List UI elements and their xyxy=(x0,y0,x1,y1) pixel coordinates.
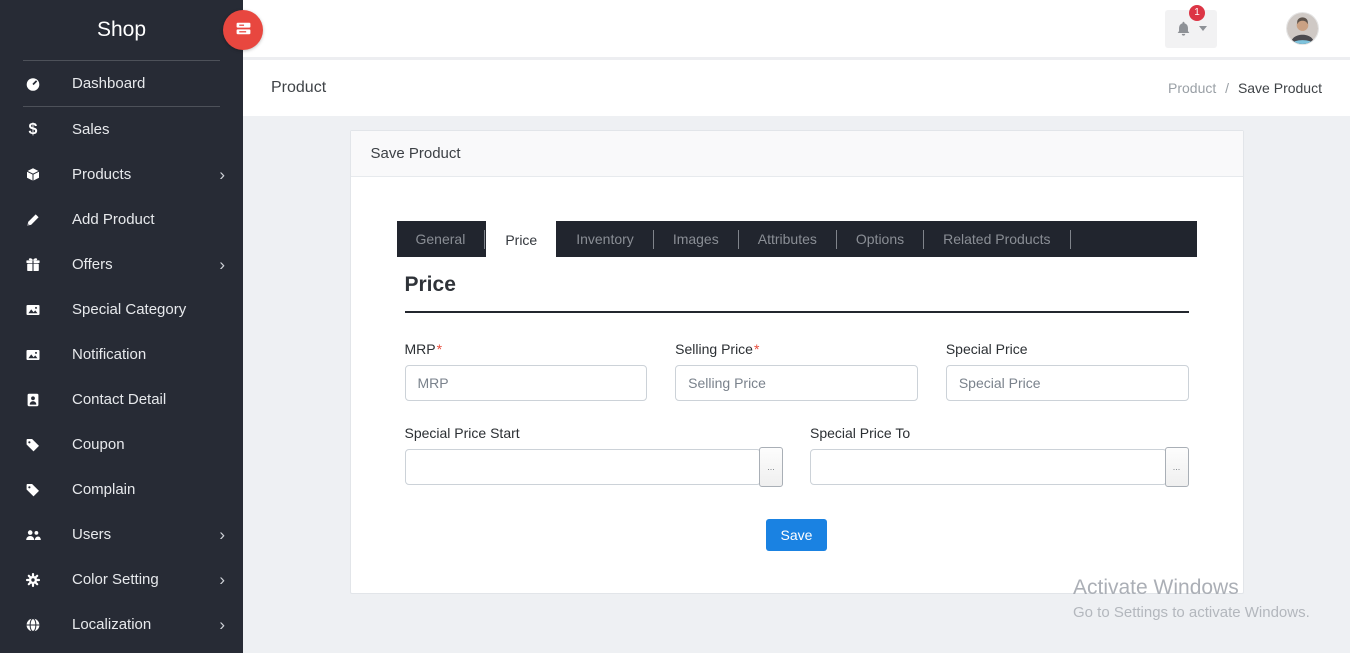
sidebar-item-label: Dashboard xyxy=(72,75,225,92)
field-special-price-to: Special Price To ... xyxy=(810,425,1189,487)
field-label: Selling Price* xyxy=(675,341,918,357)
save-button[interactable]: Save xyxy=(766,519,828,551)
mrp-input[interactable] xyxy=(405,365,648,401)
sidebar-item-localization[interactable]: Localization › xyxy=(0,602,243,647)
sidebar-item-label: Add Product xyxy=(72,211,225,228)
dashboard-icon xyxy=(23,76,43,92)
special-price-input[interactable] xyxy=(946,365,1189,401)
sidebar-item-sales[interactable]: $ Sales xyxy=(0,107,243,152)
sidebar-item-label: Offers xyxy=(72,256,219,273)
sidebar-item-label: Notification xyxy=(72,346,225,363)
sidebar-item-color-setting[interactable]: Color Setting › xyxy=(0,557,243,602)
tag-icon xyxy=(23,437,43,453)
sidebar-nav: Dashboard $ Sales Products › Add Product… xyxy=(0,61,243,647)
sidebar-item-label: Coupon xyxy=(72,436,225,453)
image-icon xyxy=(23,347,43,363)
contact-card-icon xyxy=(23,392,43,408)
sidebar-item-label: Users xyxy=(72,526,219,543)
chevron-down-icon xyxy=(1199,26,1207,31)
card-body: General Price Inventory Images Attribute… xyxy=(351,177,1243,593)
chevron-right-icon: › xyxy=(219,616,225,633)
product-tabs: General Price Inventory Images Attribute… xyxy=(397,221,1197,257)
required-asterisk: * xyxy=(754,341,759,357)
sidebar-item-add-product[interactable]: Add Product xyxy=(0,197,243,242)
sidebar-item-coupon[interactable]: Coupon xyxy=(0,422,243,467)
breadcrumb-current: Save Product xyxy=(1238,80,1322,96)
sidebar-item-label: Contact Detail xyxy=(72,391,225,408)
sidebar-item-special-category[interactable]: Special Category xyxy=(0,287,243,332)
gift-icon xyxy=(23,257,43,273)
date-picker-button[interactable]: ... xyxy=(759,447,783,487)
tab-separator xyxy=(484,230,485,249)
users-icon xyxy=(23,527,43,543)
chevron-right-icon: › xyxy=(219,526,225,543)
tag-icon xyxy=(23,482,43,498)
breadcrumb-link-product[interactable]: Product xyxy=(1168,80,1216,96)
sidebar-item-label: Products xyxy=(72,166,219,183)
tab-general[interactable]: General xyxy=(397,221,485,257)
field-selling-price: Selling Price* xyxy=(675,341,918,401)
field-label: Special Price xyxy=(946,341,1189,357)
tab-separator xyxy=(1070,230,1071,249)
sidebar-item-label: Localization xyxy=(72,616,219,633)
sidebar-item-complain[interactable]: Complain xyxy=(0,467,243,512)
bell-icon xyxy=(1175,20,1192,37)
sidebar-item-users[interactable]: Users › xyxy=(0,512,243,557)
notification-badge: 1 xyxy=(1189,5,1205,21)
tab-images[interactable]: Images xyxy=(654,221,738,257)
app-title: Shop xyxy=(0,0,243,60)
card-title: Save Product xyxy=(351,131,1243,177)
sidebar: Shop Dashboard $ Sales Products › Add Pr… xyxy=(0,0,243,653)
user-avatar[interactable] xyxy=(1287,13,1318,44)
content-area: Save Product General Price Inventory Ima… xyxy=(243,116,1350,653)
date-picker-button[interactable]: ... xyxy=(1165,447,1189,487)
chevron-right-icon: › xyxy=(219,166,225,183)
image-icon xyxy=(23,302,43,318)
cube-icon xyxy=(23,167,43,183)
page-title: Product xyxy=(271,79,326,97)
tab-inventory[interactable]: Inventory xyxy=(557,221,653,257)
field-label: Special Price Start xyxy=(405,425,784,441)
main-area: 1 Product Product / Save Product Save Pr… xyxy=(243,0,1350,653)
sidebar-item-dashboard[interactable]: Dashboard xyxy=(0,61,243,106)
sidebar-item-label: Sales xyxy=(72,121,225,138)
field-special-price-start: Special Price Start ... xyxy=(405,425,784,487)
globe-icon xyxy=(23,617,43,633)
field-label: Special Price To xyxy=(810,425,1189,441)
tab-options[interactable]: Options xyxy=(837,221,923,257)
topbar: 1 xyxy=(243,0,1350,60)
gear-icon xyxy=(23,572,43,588)
tab-related-products[interactable]: Related Products xyxy=(924,221,1069,257)
special-price-to-input[interactable] xyxy=(810,449,1167,485)
dollar-icon: $ xyxy=(23,121,43,139)
selling-price-input[interactable] xyxy=(675,365,918,401)
field-special-price: Special Price xyxy=(946,341,1189,401)
field-label: MRP* xyxy=(405,341,648,357)
chevron-right-icon: › xyxy=(219,256,225,273)
required-asterisk: * xyxy=(437,341,442,357)
sidebar-item-label: Special Category xyxy=(72,301,225,318)
field-mrp: MRP* xyxy=(405,341,648,401)
sidebar-toggle-button[interactable] xyxy=(223,10,263,50)
breadcrumb: Product / Save Product xyxy=(1168,80,1322,96)
chevron-right-icon: › xyxy=(219,571,225,588)
tab-price[interactable]: Price xyxy=(486,221,556,264)
pen-icon xyxy=(23,212,43,228)
notifications-button[interactable]: 1 xyxy=(1165,10,1217,48)
breadcrumb-separator: / xyxy=(1225,80,1229,96)
page-header: Product Product / Save Product xyxy=(243,60,1350,116)
sidebar-item-contact-detail[interactable]: Contact Detail xyxy=(0,377,243,422)
sidebar-item-notification[interactable]: Notification xyxy=(0,332,243,377)
price-form: Price MRP* Selling Price* Spe xyxy=(397,273,1197,551)
sidebar-item-label: Color Setting xyxy=(72,571,219,588)
sidebar-item-offers[interactable]: Offers › xyxy=(0,242,243,287)
server-menu-icon xyxy=(235,20,252,40)
tab-attributes[interactable]: Attributes xyxy=(739,221,836,257)
app-window: Shop Dashboard $ Sales Products › Add Pr… xyxy=(0,0,1350,653)
sidebar-item-products[interactable]: Products › xyxy=(0,152,243,197)
section-title: Price xyxy=(405,273,1189,313)
save-product-card: Save Product General Price Inventory Ima… xyxy=(350,130,1244,594)
special-price-start-input[interactable] xyxy=(405,449,762,485)
sidebar-item-label: Complain xyxy=(72,481,225,498)
